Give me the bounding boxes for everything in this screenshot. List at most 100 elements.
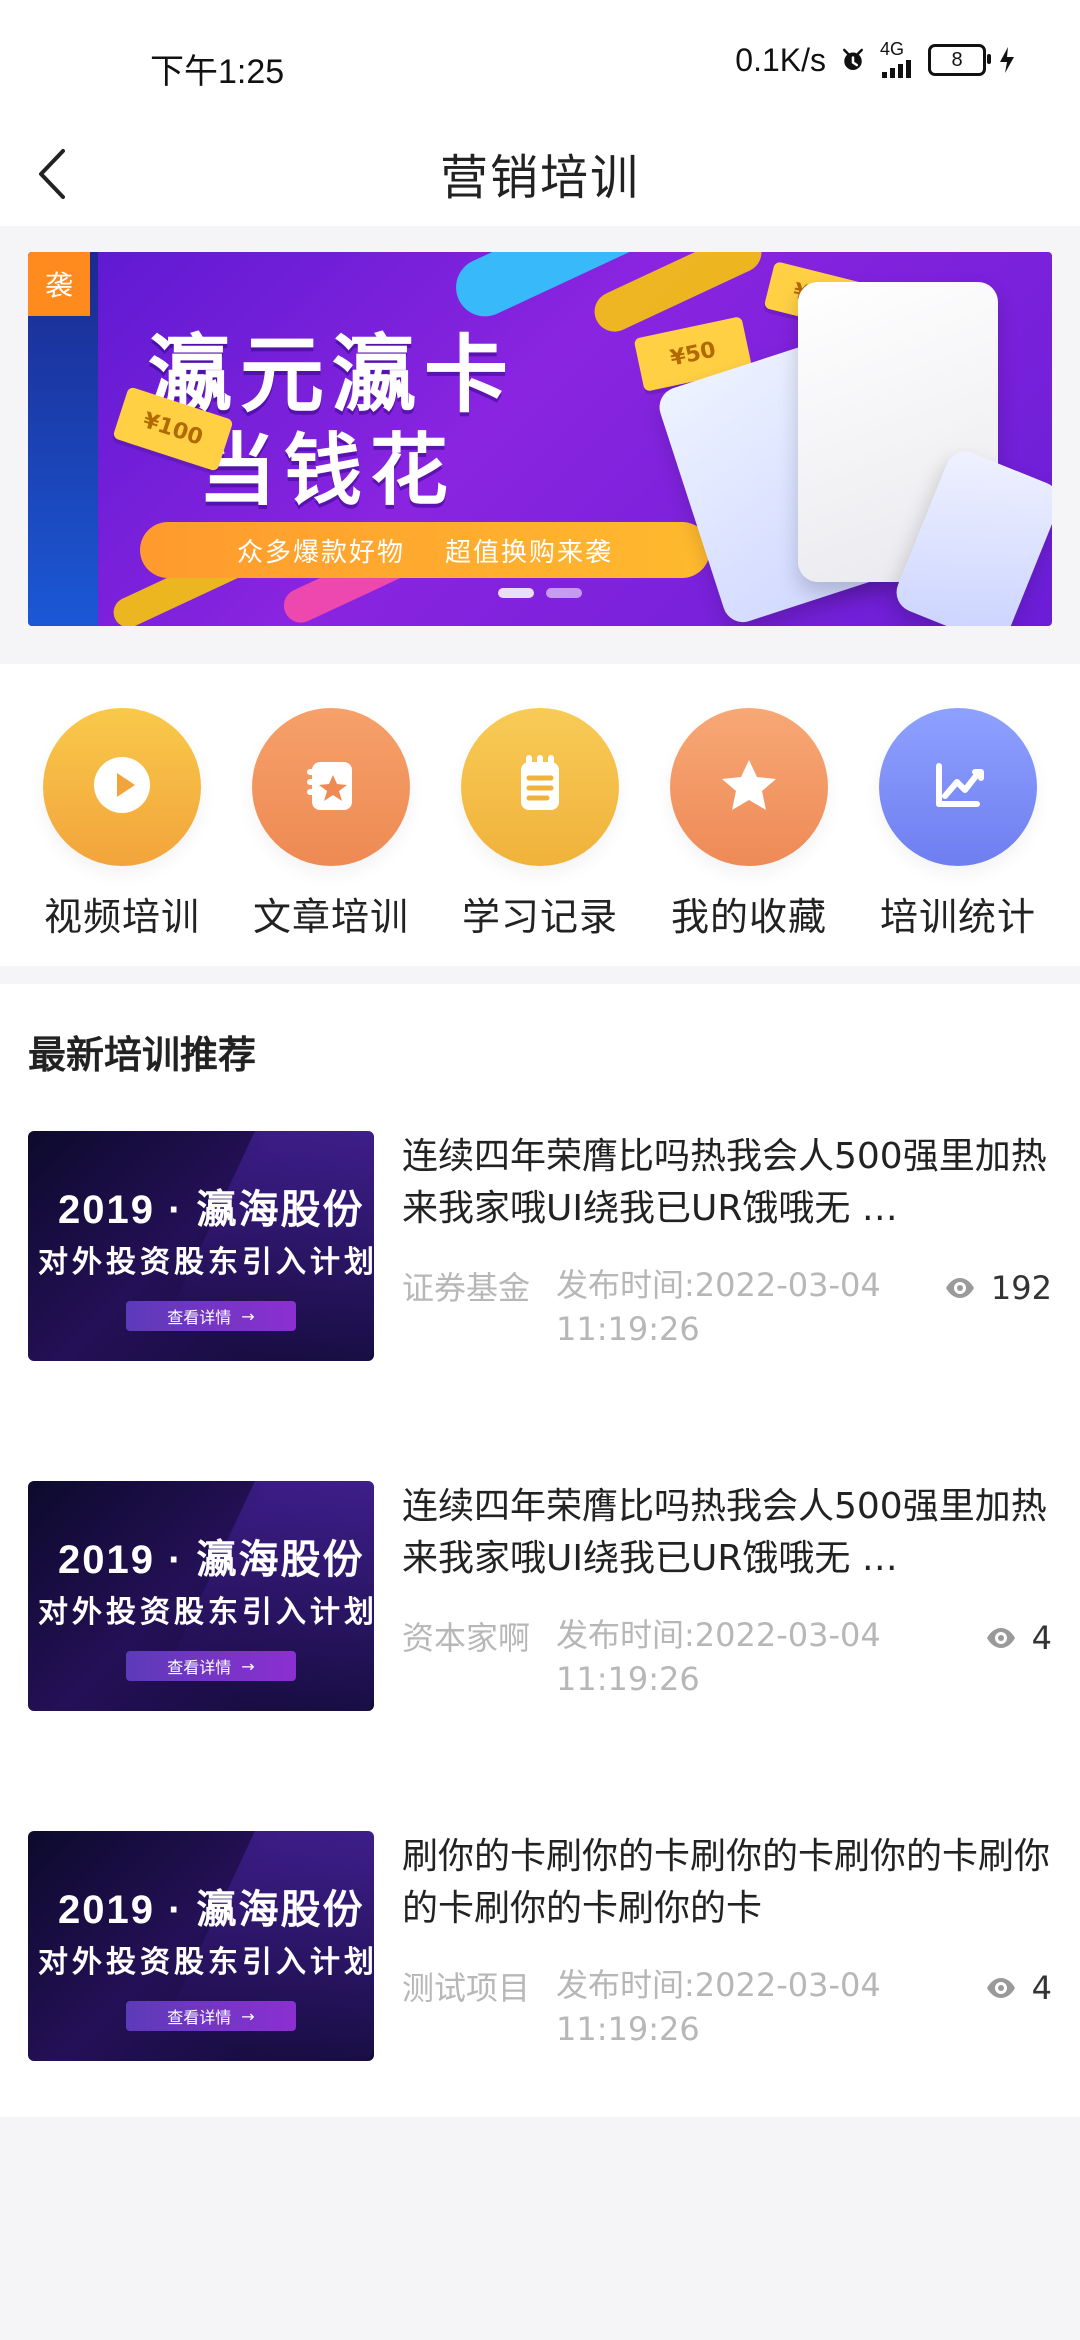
- item-publish-time: 发布时间:2022-03-04 11:19:26: [556, 1263, 881, 1351]
- thumb-button: 查看详情 →: [126, 2001, 296, 2031]
- publish-time-line1: 发布时间:2022-03-04: [556, 1966, 881, 2004]
- list-item[interactable]: 2019 · 瀛海股份 对外投资股东引入计划 查看详情 → 刷你的卡刷你的卡刷你…: [28, 1831, 1052, 2061]
- item-category: 证券基金: [402, 1269, 531, 1307]
- nav-icon-circle: [670, 708, 828, 866]
- publish-time-line2: 11:19:26: [556, 1660, 700, 1698]
- star-icon: [706, 742, 792, 832]
- arrow-right-icon: →: [241, 2006, 255, 2026]
- banner-pill-left: 众多爆款好物: [236, 537, 405, 568]
- thumb-line2: 对外投资股东引入计划: [38, 1596, 374, 1629]
- thumb-button: 查看详情 →: [126, 1301, 296, 1331]
- nav-icon-circle: [461, 708, 619, 866]
- nav-label: 我的收藏: [670, 895, 827, 939]
- item-body: 连续四年荣膺比吗热我会人500强里加热来我家哦UI绕我已UR饿哦无 … 资本家啊…: [402, 1481, 1052, 1701]
- item-views: 192: [943, 1263, 1052, 1307]
- banner-dot[interactable]: [498, 588, 534, 598]
- item-views: 4: [984, 1613, 1052, 1657]
- recommend-list: 2019 · 瀛海股份 对外投资股东引入计划 查看详情 → 连续四年荣膺比吗热我…: [28, 1131, 1052, 2061]
- notepad-icon: [497, 742, 583, 832]
- training-thumbnail: 2019 · 瀛海股份 对外投资股东引入计划 查看详情 →: [28, 1831, 374, 2061]
- training-thumbnail: 2019 · 瀛海股份 对外投资股东引入计划 查看详情 →: [28, 1481, 374, 1711]
- section-title: 最新培训推荐: [28, 1033, 257, 1077]
- views-count: 4: [1031, 1969, 1052, 2007]
- nav-item-training-stats[interactable]: 培训统计: [860, 664, 1056, 966]
- network-speed: 0.1K/s: [735, 41, 826, 78]
- nav-label: 文章培训: [252, 895, 409, 939]
- alarm-icon: [838, 45, 868, 75]
- thumb-line1: 2019 · 瀛海股份: [58, 1888, 365, 1932]
- nav-icon-circle: [879, 708, 1037, 866]
- feature-nav: 视频培训 文章培训 学习记录 我的收藏 培训统计: [0, 664, 1080, 966]
- views-count: 192: [990, 1269, 1052, 1307]
- status-time: 下午1:25: [150, 53, 285, 91]
- item-body: 连续四年荣膺比吗热我会人500强里加热来我家哦UI绕我已UR饿哦无 … 证券基金…: [402, 1131, 1052, 1351]
- publish-time-line1: 发布时间:2022-03-04: [556, 1266, 881, 1304]
- item-meta: 测试项目 发布时间:2022-03-04 11:19:26 4: [402, 1963, 1052, 2051]
- item-category: 测试项目: [402, 1969, 531, 2007]
- nav-icon-circle: [43, 708, 201, 866]
- banner-pill: 众多爆款好物 超值换购来袭: [140, 522, 710, 578]
- thumb-button-label: 查看详情: [167, 1658, 232, 1677]
- item-views: 4: [984, 1963, 1052, 2007]
- item-meta: 资本家啊 发布时间:2022-03-04 11:19:26 4: [402, 1613, 1052, 1701]
- network-type: 4G: [880, 39, 905, 59]
- eye-icon: [984, 1971, 1018, 2005]
- item-title: 连续四年荣膺比吗热我会人500强里加热来我家哦UI绕我已UR饿哦无 …: [402, 1486, 1047, 1579]
- banner-tag: 袭: [28, 252, 90, 316]
- top-app-bar: 营销培训: [0, 120, 1080, 226]
- item-title: 连续四年荣膺比吗热我会人500强里加热来我家哦UI绕我已UR饿哦无 …: [402, 1136, 1047, 1229]
- item-category: 资本家啊: [402, 1619, 531, 1657]
- arrow-right-icon: →: [241, 1306, 255, 1326]
- star-book-icon: [288, 742, 374, 832]
- nav-item-video-training[interactable]: 视频培训: [24, 664, 220, 966]
- item-title: 刷你的卡刷你的卡刷你的卡刷你的卡刷你的卡刷你的卡刷你的卡: [402, 1836, 1051, 1929]
- thumb-line1: 2019 · 瀛海股份: [58, 1188, 365, 1232]
- status-right: 0.1K/s 4G 8: [735, 40, 1016, 80]
- thumb-button-label: 查看详情: [167, 2008, 232, 2027]
- eye-icon: [984, 1621, 1018, 1655]
- banner-section: 袭 瀛元瀛卡 当钱花 ¥100 ¥50 ¥20 众多爆款好物 超值换购来袭: [0, 226, 1080, 664]
- item-body: 刷你的卡刷你的卡刷你的卡刷你的卡刷你的卡刷你的卡刷你的卡 测试项目 发布时间:2…: [402, 1831, 1052, 2051]
- bottom-spacer: [0, 2117, 1080, 2317]
- thumb-button: 查看详情 →: [126, 1651, 296, 1681]
- thumb-button-label: 查看详情: [167, 1308, 232, 1327]
- signal-icon: 4G: [880, 40, 916, 80]
- nav-item-learning-records[interactable]: 学习记录: [442, 664, 638, 966]
- nav-label: 学习记录: [461, 895, 618, 939]
- chart-icon: [915, 742, 1001, 832]
- banner-dot[interactable]: [546, 588, 582, 598]
- back-button[interactable]: [22, 146, 82, 206]
- banner-pagination: [498, 588, 582, 598]
- battery-icon: 8: [928, 44, 991, 76]
- training-thumbnail: 2019 · 瀛海股份 对外投资股东引入计划 查看详情 →: [28, 1131, 374, 1361]
- thumb-line1: 2019 · 瀛海股份: [58, 1538, 365, 1582]
- list-item[interactable]: 2019 · 瀛海股份 对外投资股东引入计划 查看详情 → 连续四年荣膺比吗热我…: [28, 1131, 1052, 1361]
- nav-icon-circle: [252, 708, 410, 866]
- banner-pill-right: 超值换购来袭: [445, 537, 614, 568]
- publish-time-line2: 11:19:26: [556, 1310, 700, 1348]
- nav-item-my-favorites[interactable]: 我的收藏: [651, 664, 847, 966]
- battery-level: 8: [951, 48, 963, 71]
- promo-banner[interactable]: 袭 瀛元瀛卡 当钱花 ¥100 ¥50 ¥20 众多爆款好物 超值换购来袭: [28, 252, 1052, 626]
- chevron-left-icon: [35, 147, 69, 205]
- charging-icon: [998, 45, 1016, 75]
- thumb-line2: 对外投资股东引入计划: [38, 1246, 374, 1279]
- list-item[interactable]: 2019 · 瀛海股份 对外投资股东引入计划 查看详情 → 连续四年荣膺比吗热我…: [28, 1481, 1052, 1711]
- item-publish-time: 发布时间:2022-03-04 11:19:26: [556, 1613, 881, 1701]
- nav-item-article-training[interactable]: 文章培训: [233, 664, 429, 966]
- nav-label: 培训统计: [879, 895, 1036, 939]
- item-publish-time: 发布时间:2022-03-04 11:19:26: [556, 1963, 881, 2051]
- item-meta: 证券基金 发布时间:2022-03-04 11:19:26 192: [402, 1263, 1052, 1351]
- arrow-right-icon: →: [241, 1656, 255, 1676]
- banner-title-line2: 当钱花: [198, 426, 457, 514]
- eye-icon: [943, 1271, 977, 1305]
- recommend-section: 最新培训推荐 2019 · 瀛海股份 对外投资股东引入计划 查看详情 → 连续四…: [0, 984, 1080, 2117]
- publish-time-line2: 11:19:26: [556, 2010, 700, 2048]
- page-title: 营销培训: [439, 150, 640, 206]
- thumb-line2: 对外投资股东引入计划: [38, 1946, 374, 1979]
- nav-label: 视频培训: [43, 895, 200, 939]
- play-icon: [79, 742, 165, 832]
- publish-time-line1: 发布时间:2022-03-04: [556, 1616, 881, 1654]
- views-count: 4: [1031, 1619, 1052, 1657]
- status-bar: 下午1:25 0.1K/s 4G 8: [0, 0, 1080, 120]
